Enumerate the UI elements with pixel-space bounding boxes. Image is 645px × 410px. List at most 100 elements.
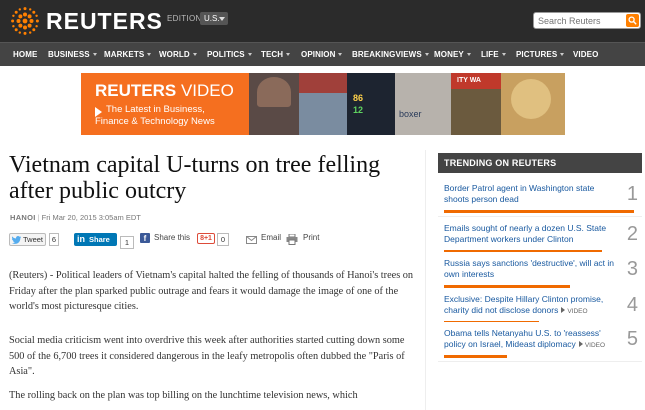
nav-label: POLITICS [207, 50, 245, 59]
nav-label: TECH [261, 50, 284, 59]
search-icon [628, 16, 637, 25]
video-thumbnail [501, 73, 565, 135]
nav-item-tech[interactable]: TECH [261, 43, 291, 67]
trending-rank: 1 [626, 183, 638, 205]
email-icon[interactable] [246, 236, 257, 244]
video-label: VIDEO [584, 342, 606, 349]
search-button[interactable] [626, 14, 639, 27]
trending-rank: 3 [626, 258, 638, 280]
edition-value: U.S. [204, 14, 220, 23]
tweet-button[interactable]: Tweet [9, 233, 46, 246]
trending-link[interactable]: Border Patrol agent in Washington state … [444, 183, 616, 205]
trending-item[interactable]: Russia says sanctions 'destructive', wil… [438, 252, 642, 292]
chevron-down-icon [466, 53, 471, 56]
email-link[interactable]: Email [261, 233, 281, 247]
banner-title-light: VIDEO [176, 81, 234, 100]
nav-label: PICTURES [516, 50, 558, 59]
thumbnail-shape [299, 73, 347, 93]
dateline-place: HANOI [10, 213, 36, 222]
nav-label: MONEY [434, 50, 464, 59]
video-thumbnail: ITY WA [451, 73, 501, 135]
trending-item[interactable]: Border Patrol agent in Washington state … [438, 177, 642, 217]
google-plus-button[interactable]: 8+1 [197, 233, 215, 244]
ticker-number: 86 [353, 93, 364, 103]
nav-item-markets[interactable]: MARKETS [104, 43, 152, 67]
nav-item-video[interactable]: VIDEO [573, 43, 598, 67]
trending-link[interactable]: Exclusive: Despite Hillary Clinton promi… [444, 294, 616, 317]
nav-label: BREAKINGVIEWS [352, 50, 422, 59]
nav-label: HOME [13, 50, 38, 59]
nav-item-opinion[interactable]: OPINION [301, 43, 343, 67]
thumbnail-caption: boxer [399, 109, 422, 119]
ticker-number: 12 [353, 105, 364, 115]
site-logo-text[interactable]: REUTERS [46, 8, 163, 35]
banner-title-bold: REUTERS [95, 81, 177, 100]
video-thumbnail [249, 73, 299, 135]
nav-item-world[interactable]: WORLD [159, 43, 197, 67]
edition-select[interactable]: U.S. [200, 12, 228, 25]
chevron-down-icon [338, 53, 343, 56]
nav-item-breakingviews[interactable]: BREAKINGVIEWS [352, 43, 429, 67]
trending-popularity-bar [444, 355, 507, 358]
nav-label: LIFE [481, 50, 499, 59]
play-icon [561, 307, 566, 313]
trending-header: TRENDING ON REUTERS [438, 153, 642, 173]
chevron-down-icon [247, 53, 252, 56]
nav-item-money[interactable]: MONEY [434, 43, 471, 67]
nav-label: MARKETS [104, 50, 145, 59]
chevron-down-icon [560, 53, 565, 56]
main-nav: HOME BUSINESS MARKETS WORLD POLITICS TEC… [0, 42, 645, 66]
search-input[interactable] [538, 14, 626, 28]
video-tag: VIDEO [561, 307, 588, 315]
linkedin-count: 1 [120, 236, 134, 249]
envelope-flap [246, 236, 257, 242]
site-header: REUTERS EDITION: U.S. [0, 0, 645, 42]
linkedin-icon: in [77, 234, 85, 244]
nav-item-life[interactable]: LIFE [481, 43, 506, 67]
article-paragraph: Social media criticism went into overdri… [9, 335, 405, 378]
reuters-logo-icon[interactable] [10, 6, 40, 36]
print-link[interactable]: Print [303, 233, 319, 247]
trending-rank: 4 [626, 294, 638, 316]
article-paragraph: (Reuters) - Political leaders of Vietnam… [9, 270, 414, 313]
print-icon[interactable] [286, 234, 298, 245]
video-thumbnail: boxer [395, 73, 451, 135]
thumbnail-shape [511, 79, 551, 119]
thumbnail-caption: ITY WA [457, 77, 481, 84]
linkedin-share-button[interactable]: in Share [74, 233, 117, 246]
dateline-separator: | [37, 213, 40, 222]
trending-rank: 5 [626, 328, 638, 350]
nav-item-pictures[interactable]: PICTURES [516, 43, 565, 67]
chevron-down-icon [286, 53, 291, 56]
trending-item[interactable]: Emails sought of nearly a dozen U.S. Sta… [438, 217, 642, 257]
dateline: HANOI | Fri Mar 20, 2015 3:05am EDT [10, 213, 141, 222]
chevron-down-icon [92, 53, 97, 56]
facebook-icon[interactable]: f [140, 233, 150, 243]
nav-label: WORLD [159, 50, 190, 59]
nav-item-business[interactable]: BUSINESS [48, 43, 97, 67]
thumbnail-shape [257, 77, 291, 107]
banner-tagline-1: The Latest in Business, [106, 104, 205, 115]
facebook-share-link[interactable]: Share this [154, 233, 190, 247]
chevron-down-icon [147, 53, 152, 56]
dateline-date: Fri Mar 20, 2015 3:05am EDT [41, 213, 141, 222]
nav-item-home[interactable]: HOME [13, 43, 37, 67]
nav-label: BUSINESS [48, 50, 90, 59]
banner-title: REUTERS VIDEO [95, 81, 234, 101]
trending-link-text: Obama tells Netanyahu U.S. to 'reassess'… [444, 328, 601, 349]
edition-label: EDITION: [167, 14, 205, 23]
reuters-video-banner[interactable]: REUTERS VIDEO The Latest in Business, Fi… [81, 73, 565, 135]
nav-item-politics[interactable]: POLITICS [207, 43, 252, 67]
trending-popularity-bar [444, 210, 634, 213]
trending-item[interactable]: Obama tells Netanyahu U.S. to 'reassess'… [438, 322, 642, 362]
column-divider [425, 150, 426, 410]
nav-label: OPINION [301, 50, 336, 59]
tweet-count: 6 [49, 233, 59, 246]
video-label: VIDEO [567, 308, 588, 315]
trending-link[interactable]: Emails sought of nearly a dozen U.S. Sta… [444, 223, 616, 245]
trending-link[interactable]: Russia says sanctions 'destructive', wil… [444, 258, 616, 280]
article-headline: Vietnam capital U-turns on tree felling … [9, 152, 381, 204]
trending-link[interactable]: Obama tells Netanyahu U.S. to 'reassess'… [444, 328, 616, 351]
play-icon [578, 341, 583, 347]
twitter-icon [12, 236, 21, 244]
